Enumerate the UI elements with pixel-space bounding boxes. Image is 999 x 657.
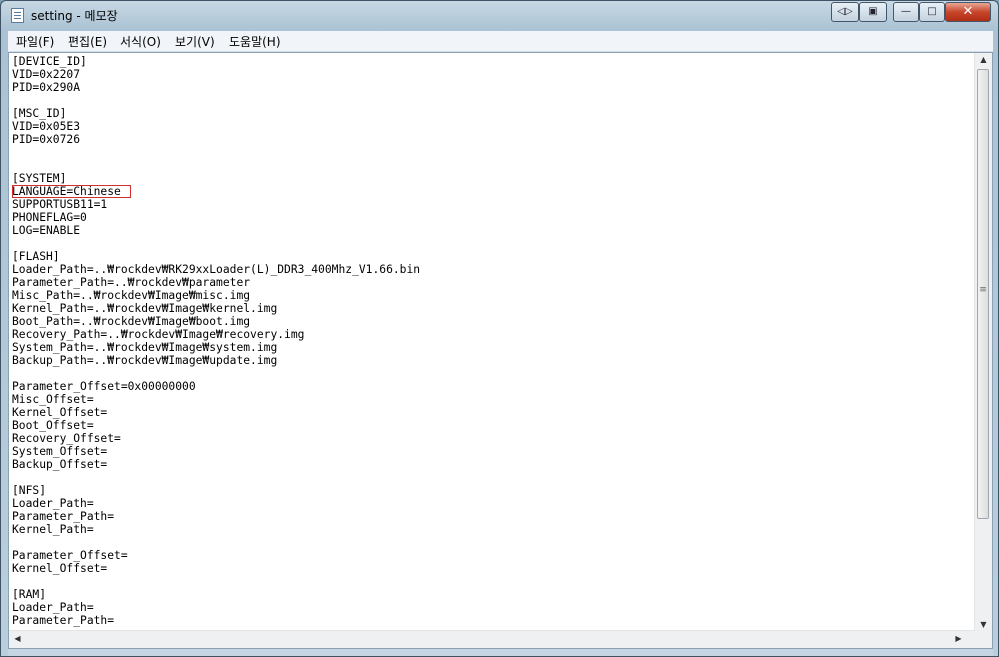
text-line[interactable]: Boot_Offset= bbox=[12, 419, 972, 432]
menu-view[interactable]: 보기(V) bbox=[175, 33, 215, 50]
scrollbar-corner bbox=[975, 631, 992, 648]
minimize-button[interactable]: — bbox=[893, 2, 919, 22]
menu-bar: 파일(F) 편집(E) 서식(O) 보기(V) 도움말(H) bbox=[8, 31, 993, 52]
text-line[interactable]: VID=0x05E3 bbox=[12, 120, 972, 133]
text-line[interactable] bbox=[12, 536, 972, 549]
text-line[interactable] bbox=[12, 471, 972, 484]
text-line[interactable] bbox=[12, 159, 972, 172]
text-line[interactable] bbox=[12, 94, 972, 107]
text-line[interactable]: [FLASH] bbox=[12, 250, 972, 263]
scroll-down-arrow-icon[interactable]: ▼ bbox=[975, 620, 992, 629]
text-line[interactable]: Parameter_Path= bbox=[12, 510, 972, 523]
text-line[interactable]: Loader_Path=..₩rockdev₩RK29xxLoader(L)_D… bbox=[12, 263, 972, 276]
horizontal-scrollbar[interactable]: ◀ ▶ bbox=[9, 630, 975, 648]
text-line[interactable]: LOG=ENABLE bbox=[12, 224, 972, 237]
text-content[interactable]: [DEVICE_ID] VID=0x2207 PID=0x290A [MSC_ID] V… bbox=[12, 55, 972, 631]
menu-file[interactable]: 파일(F) bbox=[16, 33, 54, 50]
text-line[interactable]: Misc_Offset= bbox=[12, 393, 972, 406]
notepad-window: setting - 메모장 ◁▷ ▣ — □ ✕ 파일(F) 편집(E) 서식(… bbox=[0, 0, 999, 657]
text-line[interactable]: System_Offset= bbox=[12, 445, 972, 458]
snap-button[interactable]: ▣ bbox=[859, 2, 887, 22]
text-line[interactable]: Kernel_Offset= bbox=[12, 406, 972, 419]
text-line[interactable]: [MSC_ID] bbox=[12, 107, 972, 120]
text-line[interactable]: PHONEFLAG=0 bbox=[12, 211, 972, 224]
text-line[interactable]: [NFS] bbox=[12, 484, 972, 497]
scroll-right-arrow-icon[interactable]: ▶ bbox=[950, 634, 967, 643]
menu-format[interactable]: 서식(O) bbox=[120, 33, 161, 50]
text-line[interactable]: LANGUAGE=Chinese bbox=[12, 185, 972, 198]
text-line[interactable]: Parameter_Path=..₩rockdev₩parameter bbox=[12, 276, 972, 289]
text-line[interactable]: VID=0x2207 bbox=[12, 68, 972, 81]
close-button[interactable]: ✕ bbox=[945, 2, 991, 22]
text-line[interactable]: Backup_Offset= bbox=[12, 458, 972, 471]
text-line[interactable]: Recovery_Path=..₩rockdev₩Image₩recovery.… bbox=[12, 328, 972, 341]
vertical-scroll-thumb[interactable]: ≡ bbox=[977, 69, 989, 519]
text-line[interactable]: Loader_Path= bbox=[12, 601, 972, 614]
resize-toggle-button[interactable]: ◁▷ bbox=[831, 2, 859, 22]
text-line[interactable]: Backup_Path=..₩rockdev₩Image₩update.img bbox=[12, 354, 972, 367]
text-line[interactable]: PID=0x290A bbox=[12, 81, 972, 94]
text-line[interactable]: Parameter_Offset=0x00000000 bbox=[12, 380, 972, 393]
window-bottom-border bbox=[8, 649, 993, 656]
text-line[interactable]: [DEVICE_ID] bbox=[12, 55, 972, 68]
language-highlight-box bbox=[12, 185, 131, 198]
text-line[interactable]: [SYSTEM] bbox=[12, 172, 972, 185]
text-line[interactable]: Parameter_Path= bbox=[12, 614, 972, 627]
vertical-scrollbar[interactable]: ▲ ≡ ▼ bbox=[974, 53, 992, 631]
window-title: setting - 메모장 bbox=[31, 9, 118, 23]
text-line[interactable]: [RAM] bbox=[12, 588, 972, 601]
text-line[interactable]: Boot_Path=..₩rockdev₩Image₩boot.img bbox=[12, 315, 972, 328]
text-line[interactable]: Misc_Path=..₩rockdev₩Image₩misc.img bbox=[12, 289, 972, 302]
notepad-icon bbox=[11, 8, 24, 23]
text-line[interactable]: System_Path=..₩rockdev₩Image₩system.img bbox=[12, 341, 972, 354]
text-line[interactable]: Kernel_Path= bbox=[12, 523, 972, 536]
scroll-grip-icon: ≡ bbox=[979, 285, 987, 295]
text-editor[interactable]: [DEVICE_ID] VID=0x2207 PID=0x290A [MSC_ID] V… bbox=[8, 52, 993, 649]
text-line[interactable] bbox=[12, 146, 972, 159]
text-line[interactable]: Kernel_Path=..₩rockdev₩Image₩kernel.img bbox=[12, 302, 972, 315]
text-line[interactable]: Kernel_Offset= bbox=[12, 562, 972, 575]
text-line[interactable]: Recovery_Offset= bbox=[12, 432, 972, 445]
text-line[interactable] bbox=[12, 575, 972, 588]
menu-help[interactable]: 도움말(H) bbox=[229, 33, 281, 50]
text-line[interactable] bbox=[12, 237, 972, 250]
text-line[interactable]: SUPPORTUSB11=1 bbox=[12, 198, 972, 211]
scroll-up-arrow-icon[interactable]: ▲ bbox=[975, 55, 992, 64]
text-line[interactable]: Parameter_Offset= bbox=[12, 549, 972, 562]
maximize-button[interactable]: □ bbox=[919, 2, 945, 22]
menu-edit[interactable]: 편집(E) bbox=[68, 33, 107, 50]
title-bar[interactable]: setting - 메모장 ◁▷ ▣ — □ ✕ bbox=[1, 1, 998, 31]
text-line[interactable]: Loader_Path= bbox=[12, 497, 972, 510]
scroll-left-arrow-icon[interactable]: ◀ bbox=[9, 634, 26, 643]
text-line[interactable]: PID=0x0726 bbox=[12, 133, 972, 146]
text-line[interactable] bbox=[12, 367, 972, 380]
